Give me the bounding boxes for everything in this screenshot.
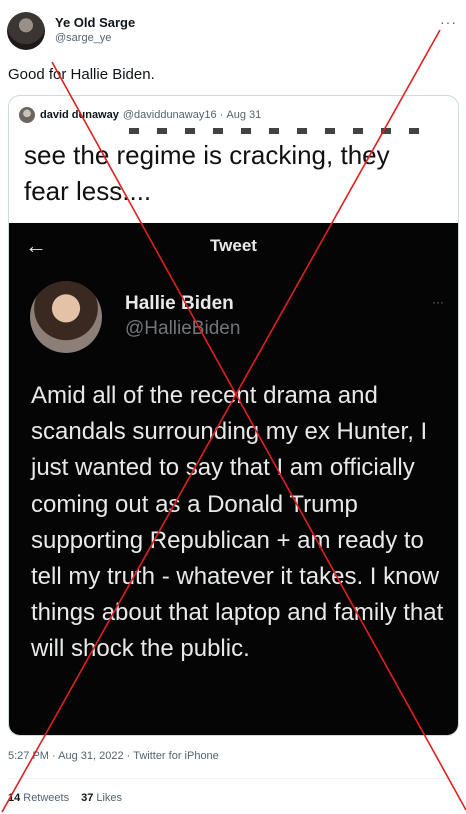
retweets-label: Retweets [23,792,70,804]
quoted-separator: · [216,109,227,121]
engagement-stats: 14 Retweets 37 Likes [8,792,122,804]
tweet-meta: 5:27 PM · Aug 31, 2022 · Twitter for iPh… [8,750,219,762]
embedded-avatar [30,281,102,353]
image-caption-area: see the regime is cracking, they fear le… [9,126,458,223]
tweet-time[interactable]: 5:27 PM [8,750,49,762]
author-display-name[interactable]: Ye Old Sarge [55,15,135,30]
tweet-source[interactable]: Twitter for iPhone [133,750,219,762]
quoted-tweet-header: david dunaway @daviddunaway16 · Aug 31 [19,106,261,124]
more-icon[interactable]: ··· [440,14,457,30]
divider [8,778,458,779]
likes-stat[interactable]: 37 Likes [81,792,122,804]
quoted-avatar [19,107,35,123]
embedded-handle: @HallieBiden [125,318,241,339]
tweet-date[interactable]: Aug 31, 2022 [58,750,123,762]
author-handle[interactable]: @sarge_ye [55,32,111,44]
quoted-tweet-card[interactable]: david dunaway @daviddunaway16 · Aug 31 s… [8,95,459,736]
cropped-text-fragment [129,128,429,134]
tweet-header: Ye Old Sarge @sarge_ye ··· [7,10,459,54]
likes-count: 37 [81,792,94,804]
retweets-stat[interactable]: 14 Retweets [8,792,69,804]
quoted-date: Aug 31 [226,109,262,121]
image-caption-line-1: see the regime is cracking, they [24,140,390,170]
image-caption-line-2: fear less.... [24,176,152,206]
embedded-tweet-body: Amid all of the recent drama and scandal… [31,382,444,663]
screen-title: Tweet [210,236,257,255]
embedded-display-name: Hallie Biden [125,293,234,314]
avatar[interactable] [7,12,45,50]
quoted-image[interactable]: see the regime is cracking, they fear le… [9,126,458,735]
embedded-more-icon: ··· [432,295,444,309]
quoted-display-name: david dunaway [40,109,119,121]
tweet-text: Good for Hallie Biden. [8,66,155,83]
embedded-tweet-screenshot: ← Tweet Hallie Biden @HallieBiden ··· Am… [9,223,458,735]
likes-label: Likes [96,792,123,804]
quoted-handle: @daviddunaway16 [122,109,217,121]
retweets-count: 14 [8,792,21,804]
